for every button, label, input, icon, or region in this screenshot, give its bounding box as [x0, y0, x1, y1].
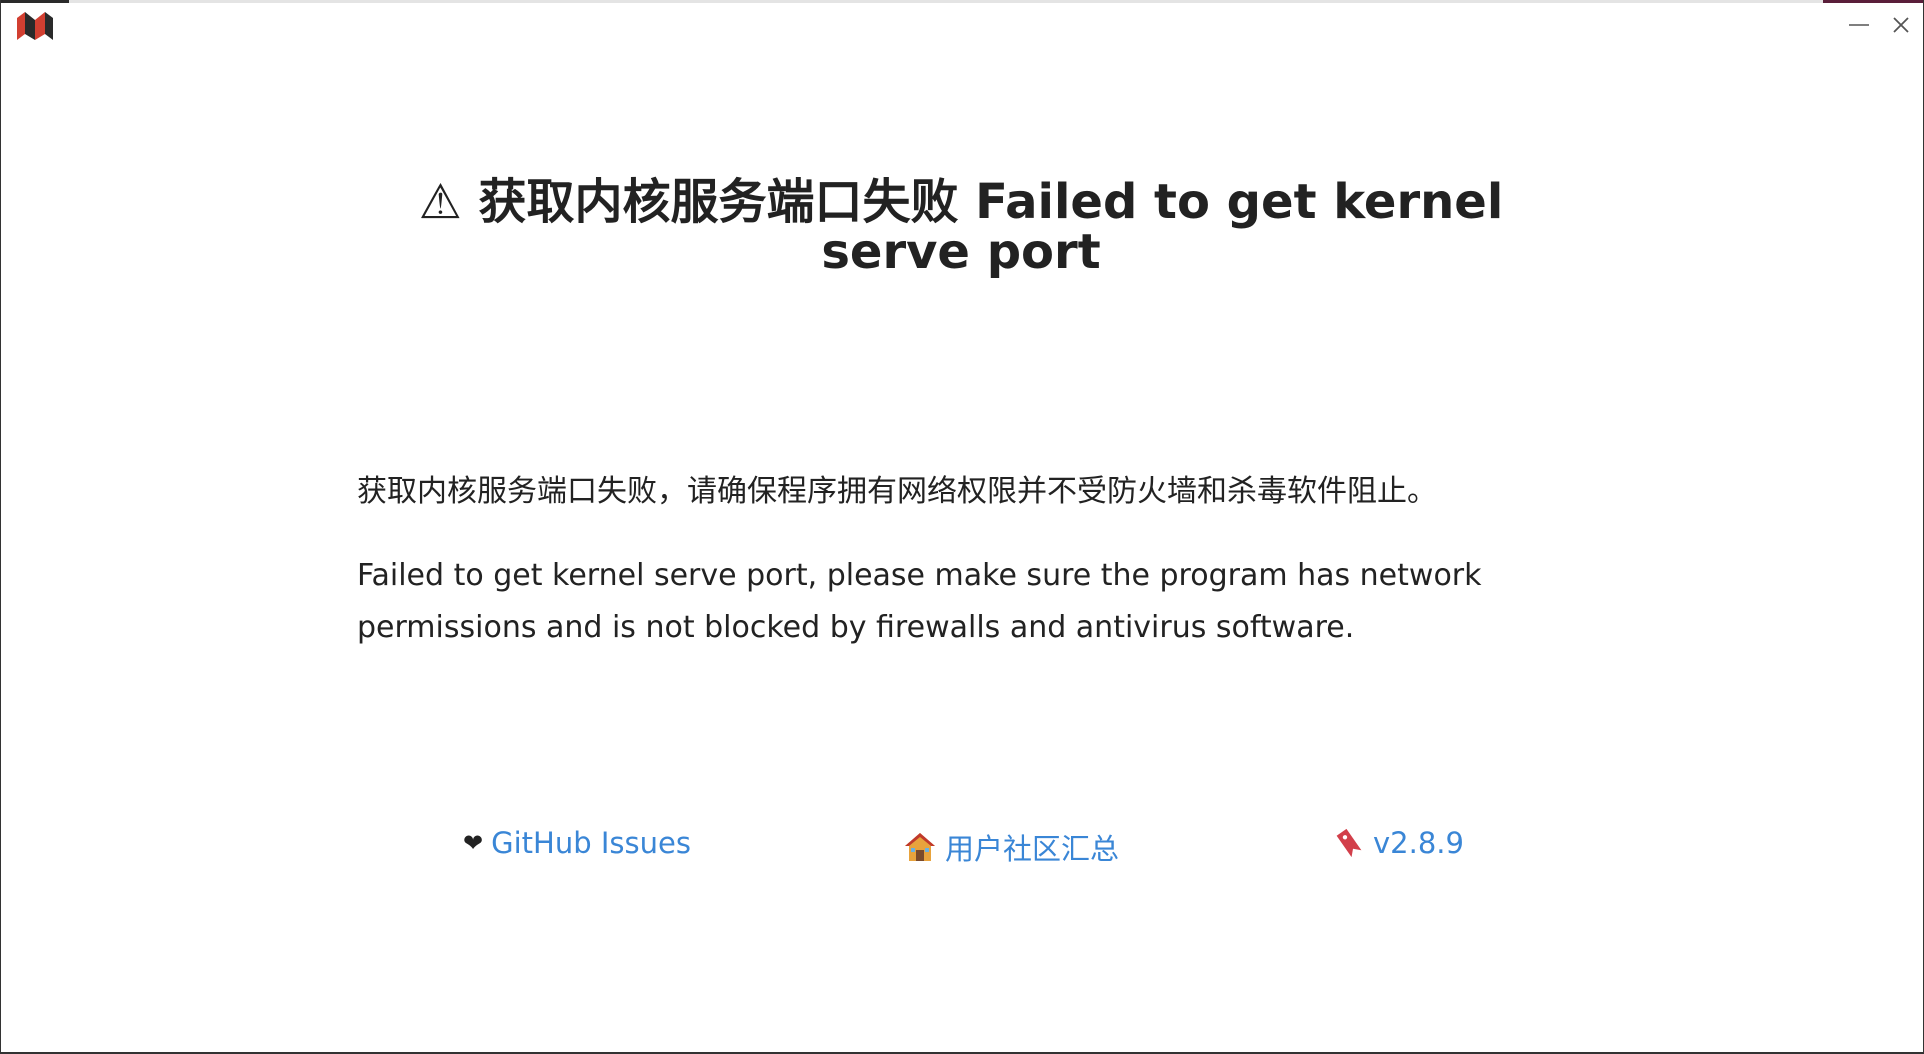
bookmark-icon	[1333, 827, 1365, 859]
error-title-text: 获取内核服务端口失败 Failed to get kernel serve po…	[478, 174, 1504, 280]
community-label: 用户社区汇总	[945, 832, 1120, 866]
error-message-en: Failed to get kernel serve port, please …	[357, 558, 1482, 645]
app-window: ⚠ 获取内核服务端口失败 Failed to get kernel serve …	[0, 0, 1924, 1054]
heart-icon: ❤	[463, 829, 484, 857]
footer-links: ❤ GitHub Issues 用户社区汇总 v2.8.9	[1, 826, 1923, 876]
error-content: ⚠ 获取内核服务端口失败 Failed to get kernel serve …	[1, 0, 1923, 1052]
github-issues-link[interactable]: ❤ GitHub Issues	[463, 826, 691, 860]
version-label: v2.8.9	[1373, 826, 1464, 860]
version-link[interactable]: v2.8.9	[1333, 826, 1464, 860]
warning-icon: ⚠	[418, 174, 462, 230]
house-icon	[903, 831, 937, 863]
error-message-zh: 获取内核服务端口失败，请确保程序拥有网络权限并不受防火墙和杀毒软件阻止。	[357, 474, 1437, 509]
github-issues-label: GitHub Issues	[491, 826, 691, 860]
community-link[interactable]: 用户社区汇总	[903, 826, 1119, 868]
error-title: ⚠ 获取内核服务端口失败 Failed to get kernel serve …	[341, 177, 1581, 277]
